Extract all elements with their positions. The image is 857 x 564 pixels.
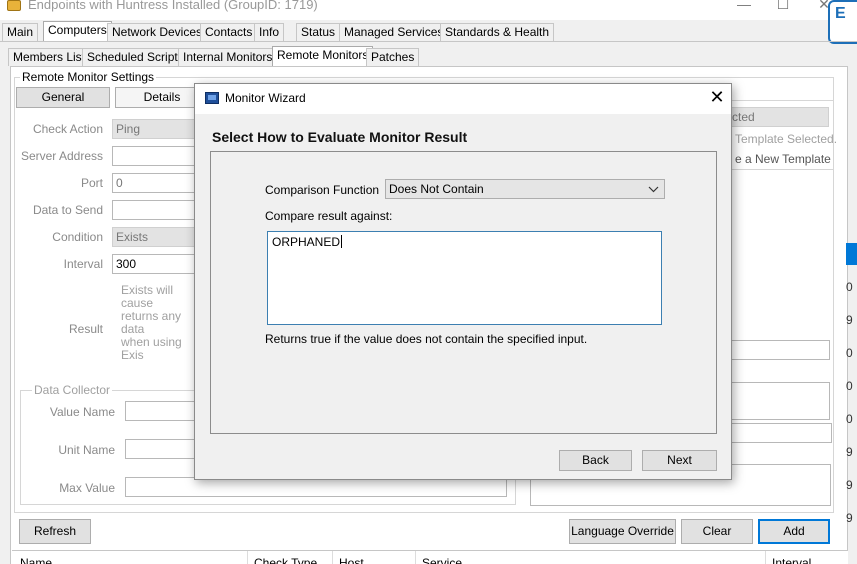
- server-address-label: Server Address: [20, 149, 103, 163]
- tab-info[interactable]: Info: [254, 23, 285, 41]
- result-input[interactable]: [728, 340, 830, 360]
- col-divider: [765, 551, 766, 564]
- col-service[interactable]: Service: [422, 556, 462, 564]
- value-name-input[interactable]: [125, 401, 205, 421]
- result-label: Result: [68, 322, 103, 336]
- chevron-down-icon: [648, 180, 659, 203]
- value-name-label: Value Name: [49, 405, 115, 419]
- col-divider: [247, 551, 248, 564]
- right-edge-highlight: [846, 243, 857, 265]
- refresh-button[interactable]: Refresh: [19, 519, 91, 544]
- check-action-label: Check Action: [32, 122, 103, 136]
- right-mark: 9: [846, 478, 853, 492]
- tab-members-list[interactable]: Members List: [8, 48, 91, 66]
- right-edge-marks: 0 9 0 0 0 9 9 9: [846, 271, 857, 535]
- window-title: Endpoints with Huntress Installed (Group…: [28, 0, 318, 12]
- monitors-table-header: Name Check Type Host Service Interval: [12, 550, 848, 564]
- tab-patches[interactable]: Patches: [366, 48, 420, 66]
- condition-hint: Exists will cause returns any data when …: [121, 284, 201, 362]
- condition-label: Condition: [52, 230, 103, 244]
- window-titlebar: Endpoints with Huntress Installed (Group…: [0, 0, 857, 20]
- compare-result-label: Compare result against:: [265, 209, 393, 223]
- data-to-send-input[interactable]: [112, 200, 202, 220]
- tab-managed-services[interactable]: Managed Services: [339, 23, 449, 41]
- col-host[interactable]: Host: [339, 556, 364, 564]
- dialog-heading: Select How to Evaluate Monitor Result: [212, 129, 468, 145]
- tab-status[interactable]: Status: [296, 23, 341, 41]
- back-button[interactable]: Back: [559, 450, 632, 471]
- right-edge-column: 0 9 0 0 0 9 9 9: [846, 223, 857, 535]
- tab-remote-monitors[interactable]: Remote Monitors: [272, 46, 374, 67]
- comparison-function-select[interactable]: Does Not Contain: [385, 179, 665, 199]
- template-select[interactable]: cted: [728, 107, 829, 127]
- right-mark: 9: [846, 511, 853, 525]
- tab-general[interactable]: General: [16, 87, 110, 108]
- right-mark: 0: [846, 379, 853, 393]
- extra-input[interactable]: [728, 423, 832, 443]
- dialog-titlebar: Monitor Wizard ✕: [195, 84, 731, 114]
- tab-scheduled-scripts[interactable]: Scheduled Scripts: [82, 48, 189, 66]
- sub-tabbar: Members List Scheduled Scripts Internal …: [8, 46, 848, 67]
- data-to-send-label: Data to Send: [32, 203, 103, 217]
- interval-label: Interval: [63, 257, 103, 271]
- wizard-icon: [205, 92, 219, 104]
- template-status: Template Selected.: [735, 132, 838, 146]
- col-name[interactable]: Name: [20, 556, 52, 564]
- compare-value-textarea[interactable]: ORPHANED: [267, 231, 662, 325]
- condition-hint-line-1: Exists will cause: [121, 284, 174, 310]
- comparison-function-value: Does Not Contain: [389, 182, 484, 196]
- col-divider: [332, 551, 333, 564]
- main-tabbar: Main Computers Network Devices Contacts …: [2, 21, 842, 42]
- tab-network-devices[interactable]: Network Devices: [107, 23, 208, 41]
- settings-group-title: Remote Monitor Settings: [20, 70, 157, 84]
- port-input[interactable]: 0: [112, 173, 202, 193]
- side-logo-letter: E: [835, 5, 846, 22]
- unit-name-input[interactable]: [125, 439, 205, 459]
- clear-button[interactable]: Clear: [681, 519, 753, 544]
- right-mark: 9: [846, 313, 853, 327]
- condition-hint-line-2: returns any data: [121, 309, 182, 336]
- comparison-function-label: Comparison Function: [265, 183, 380, 197]
- unit-name-label: Unit Name: [58, 443, 115, 457]
- right-mark: 9: [846, 445, 853, 459]
- notes-textarea[interactable]: [728, 382, 830, 420]
- dialog-title: Monitor Wizard: [225, 91, 306, 105]
- comparison-help-text: Returns true if the value does not conta…: [265, 332, 588, 346]
- tabbar-divider: [0, 41, 857, 42]
- max-value-input[interactable]: [125, 477, 507, 497]
- monitor-wizard-dialog: Monitor Wizard ✕ Select How to Evaluate …: [194, 83, 732, 480]
- interval-input[interactable]: 300: [112, 254, 202, 274]
- right-mark: 0: [846, 412, 853, 426]
- col-interval[interactable]: Interval: [772, 556, 811, 564]
- minimize-button[interactable]: —: [724, 0, 764, 14]
- col-divider: [415, 551, 416, 564]
- check-action-select[interactable]: Ping: [112, 119, 202, 139]
- tab-contacts[interactable]: Contacts: [200, 23, 258, 41]
- col-check-type[interactable]: Check Type: [254, 556, 317, 564]
- condition-hint-line-3: when using Exis: [121, 335, 182, 362]
- language-override-button[interactable]: Language Override: [569, 519, 676, 544]
- tab-internal-monitors[interactable]: Internal Monitors: [178, 48, 278, 66]
- tab-computers[interactable]: Computers: [43, 21, 112, 42]
- condition-select[interactable]: Exists: [112, 227, 202, 247]
- port-label: Port: [80, 176, 103, 190]
- app-icon: [7, 0, 21, 11]
- wizard-content-panel: Comparison Function Does Not Contain Com…: [210, 151, 717, 434]
- create-template-link[interactable]: e a New Template: [735, 152, 831, 166]
- maximize-button[interactable]: ☐: [763, 0, 803, 14]
- add-button[interactable]: Add: [758, 519, 830, 544]
- right-mark: 0: [846, 346, 853, 360]
- right-mark: 0: [846, 280, 853, 294]
- dialog-close-button[interactable]: ✕: [707, 87, 727, 108]
- text-cursor: [341, 235, 343, 248]
- server-address-input[interactable]: [112, 146, 202, 166]
- max-value-label: Max Value: [59, 481, 115, 495]
- tab-standards-health[interactable]: Standards & Health: [440, 23, 555, 41]
- tab-main[interactable]: Main: [2, 23, 39, 41]
- next-button[interactable]: Next: [642, 450, 717, 471]
- data-collector-title: Data Collector: [32, 383, 113, 397]
- compare-value-text: ORPHANED: [272, 235, 341, 249]
